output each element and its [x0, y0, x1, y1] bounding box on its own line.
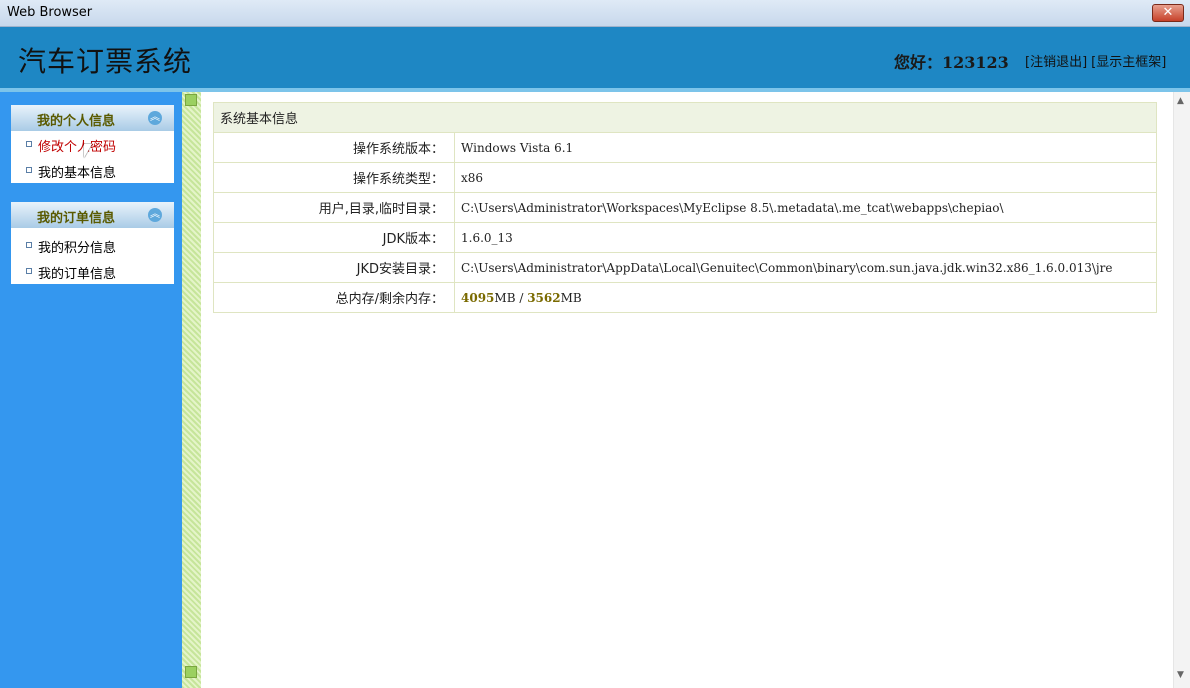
- splitter-top-knob[interactable]: [185, 94, 197, 106]
- bullet-icon: [26, 141, 32, 147]
- splitter-bottom-knob[interactable]: [185, 666, 197, 678]
- free-memory-unit: MB: [560, 290, 582, 305]
- sidebar-item-label: 我的基本信息: [38, 166, 117, 181]
- table-row: 操作系统版本： Windows Vista 6.1: [213, 132, 1157, 163]
- sidebar: 我的个人信息 ︽ 修改个人密码 我的基本信息 我的订单信息 ︽ 我的积分信息 我…: [0, 92, 182, 688]
- sidebar-item-label: 我的订单信息: [38, 267, 117, 282]
- panel-header-personal-info[interactable]: 我的个人信息 ︽: [11, 105, 174, 131]
- row-value: 1.6.0_13: [454, 222, 1157, 253]
- table-row: JKD安装目录： C:\Users\Administrator\AppData\…: [213, 252, 1157, 283]
- sidebar-item-order-info[interactable]: 我的订单信息: [11, 258, 174, 284]
- row-value: C:\Users\Administrator\Workspaces\MyEcli…: [454, 192, 1157, 223]
- memory-value: 4095MB / 3562MB: [454, 282, 1157, 313]
- app-header: 汽车订票系统 您好：123123 [注销退出] [显示主框架]: [0, 27, 1190, 88]
- row-key: 用户,目录,临时目录：: [213, 192, 455, 223]
- vertical-scrollbar[interactable]: ▲ ▼: [1173, 92, 1190, 688]
- sidebar-item-points-info[interactable]: 我的积分信息: [11, 232, 174, 258]
- user-greeting: 您好：123123: [894, 53, 1009, 72]
- window-titlebar: Web Browser ✕: [0, 0, 1190, 27]
- panel-personal-info: 我的个人信息 ︽ 修改个人密码 我的基本信息: [11, 105, 174, 183]
- row-key: JDK版本：: [213, 222, 455, 253]
- row-key: 总内存/剩余内存：: [213, 282, 455, 313]
- panel-header-order-info[interactable]: 我的订单信息 ︽: [11, 202, 174, 228]
- table-row: 用户,目录,临时目录： C:\Users\Administrator\Works…: [213, 192, 1157, 223]
- show-main-frame-link[interactable]: [显示主框架]: [1091, 55, 1166, 70]
- table-caption-row: 系统基本信息: [213, 102, 1157, 133]
- sidebar-item-basic-info[interactable]: 我的基本信息: [11, 157, 174, 183]
- row-value: Windows Vista 6.1: [454, 132, 1157, 163]
- sidebar-item-change-password[interactable]: 修改个人密码: [11, 131, 174, 157]
- window-title: Web Browser: [7, 5, 93, 20]
- table-row: 操作系统类型： x86: [213, 162, 1157, 193]
- main-content: 系统基本信息 操作系统版本： Windows Vista 6.1 操作系统类型：…: [201, 92, 1173, 688]
- collapse-icon[interactable]: ︽: [148, 208, 162, 222]
- system-info-table: 系统基本信息 操作系统版本： Windows Vista 6.1 操作系统类型：…: [213, 102, 1157, 313]
- bullet-icon: [26, 242, 32, 248]
- bullet-icon: [26, 167, 32, 173]
- scroll-down-icon[interactable]: ▼: [1177, 670, 1184, 680]
- row-key: 操作系统类型：: [213, 162, 455, 193]
- panel-title: 我的个人信息: [36, 114, 115, 129]
- system-name: 汽车订票系统: [18, 45, 193, 78]
- sidebar-item-label: 我的积分信息: [38, 241, 117, 256]
- panel-title: 我的订单信息: [36, 211, 115, 226]
- table-row-memory: 总内存/剩余内存： 4095MB / 3562MB: [213, 282, 1157, 313]
- scroll-up-icon[interactable]: ▲: [1177, 96, 1184, 106]
- memory-separator: /: [515, 290, 528, 305]
- panel-order-info: 我的订单信息 ︽ 我的积分信息 我的订单信息: [11, 202, 174, 284]
- table-caption: 系统基本信息: [213, 102, 1157, 133]
- row-value: C:\Users\Administrator\AppData\Local\Gen…: [454, 252, 1157, 283]
- table-row: JDK版本： 1.6.0_13: [213, 222, 1157, 253]
- logout-link[interactable]: [注销退出]: [1025, 55, 1087, 70]
- frame-splitter[interactable]: [182, 92, 201, 688]
- mouse-cursor-icon: [84, 144, 92, 158]
- row-value: x86: [454, 162, 1157, 193]
- total-memory-unit: MB: [494, 290, 516, 305]
- bullet-icon: [26, 268, 32, 274]
- sidebar-item-label: 修改个人密码: [38, 140, 117, 155]
- total-memory: 4095: [461, 290, 495, 305]
- close-button[interactable]: ✕: [1152, 4, 1184, 22]
- row-key: JKD安装目录：: [213, 252, 455, 283]
- header-links: [注销退出] [显示主框架]: [1025, 51, 1170, 70]
- free-memory: 3562: [527, 290, 561, 305]
- row-key: 操作系统版本：: [213, 132, 455, 163]
- collapse-icon[interactable]: ︽: [148, 111, 162, 125]
